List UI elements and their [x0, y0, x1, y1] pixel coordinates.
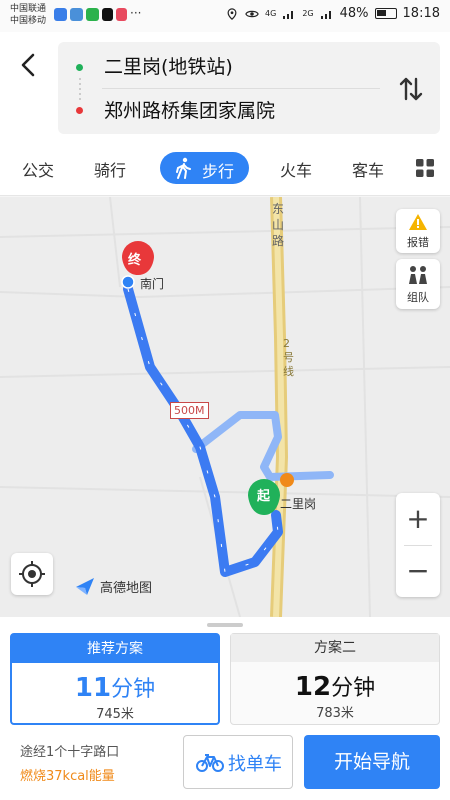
end-place-label: 南门	[140, 277, 165, 291]
start-navigation-button[interactable]: 开始导航	[304, 735, 440, 789]
locate-me-button[interactable]	[11, 553, 53, 595]
tab-coach[interactable]: 客车	[352, 157, 384, 181]
amap-logo-icon	[76, 578, 94, 595]
plan-minutes: 11	[74, 673, 112, 703]
end-location-field[interactable]: 郑州路桥集团家属院	[104, 96, 275, 123]
play-icon	[86, 8, 99, 21]
tiktok-icon	[102, 8, 113, 21]
battery-percent: 48%	[339, 6, 369, 21]
signal-2-label: 2G	[302, 9, 314, 18]
route-header: 二里岗(地铁站) 郑州路桥集团家属院	[0, 32, 450, 140]
eye-icon	[245, 10, 259, 17]
signal-2-icon	[320, 10, 331, 19]
amap-logo-text: 高德地图	[100, 581, 153, 596]
plan-unit: 分钟	[111, 677, 156, 702]
more-modes-grid-icon[interactable]	[416, 159, 434, 177]
start-marker-label: 起	[257, 489, 271, 504]
bicycle-icon	[196, 754, 224, 772]
metro-line-label: 2号线	[283, 337, 294, 378]
team-button[interactable]: 组队	[396, 259, 440, 309]
tab-walking-label: 步行	[202, 162, 235, 181]
team-icon	[409, 266, 427, 284]
map-view[interactable]: 终 南门 起 二里岗 东山路 2号线 500M 报错 组队 + − 高德地图	[0, 197, 450, 617]
carrier-1: 中国联通	[10, 4, 47, 14]
location-icon	[227, 7, 237, 20]
transport-mode-tabs: 公交 骑行 步行 火车 客车	[0, 140, 450, 196]
tab-train[interactable]: 火车	[280, 157, 312, 181]
report-error-button[interactable]: 报错	[396, 209, 440, 253]
carrier-labels: 中国联通 中国移动	[10, 3, 46, 27]
route-connector	[79, 78, 81, 100]
report-error-label: 报错	[407, 236, 429, 249]
plan-title: 方案二	[231, 634, 439, 662]
signal-icon	[283, 10, 294, 19]
calorie-info: 燃烧37kcal能量	[20, 769, 115, 784]
app-notification-icon	[54, 8, 67, 21]
plan-card-recommended[interactable]: 推荐方案 11分钟 745米	[10, 633, 220, 725]
back-arrow-icon[interactable]	[14, 50, 44, 80]
end-dot	[76, 107, 83, 114]
route-divider	[102, 88, 380, 89]
map-scale: 500M	[170, 402, 209, 419]
carrier-2: 中国移动	[10, 16, 47, 26]
crosshair-icon	[19, 561, 45, 587]
more-notifications-icon: ···	[130, 6, 142, 20]
zoom-controls: + −	[396, 493, 440, 597]
tab-walking[interactable]: 步行	[160, 152, 249, 184]
road-name-label: 东山路	[272, 202, 285, 248]
status-bar: 中国联通 中国移动 ··· 4G 2G 48% 18:18	[0, 0, 450, 32]
plan-minutes: 12	[294, 672, 332, 702]
team-label: 组队	[407, 291, 429, 304]
route-inputs: 二里岗(地铁站) 郑州路桥集团家属院	[58, 42, 440, 134]
zoom-out-button[interactable]: −	[396, 545, 440, 597]
find-bike-label: 找单车	[228, 754, 282, 775]
map-canvas	[0, 197, 450, 617]
notification-icons: ···	[54, 6, 142, 21]
status-right: 4G 2G 48% 18:18	[225, 6, 440, 21]
paw-icon	[70, 8, 83, 21]
walking-icon	[176, 157, 191, 179]
video-icon	[116, 8, 127, 21]
network-label: 4G	[265, 9, 277, 18]
start-dot	[76, 64, 83, 71]
battery-icon	[374, 8, 397, 19]
swap-icon[interactable]	[396, 74, 426, 104]
route-via-info: 途经1个十字路口	[20, 745, 120, 760]
plan-distance: 745米	[96, 707, 134, 722]
drag-handle[interactable]	[207, 623, 243, 627]
plan-duration: 11分钟	[12, 671, 218, 703]
plan-distance: 783米	[316, 706, 354, 721]
plan-duration: 12分钟	[231, 670, 439, 702]
zoom-in-button[interactable]: +	[396, 493, 440, 545]
end-marker-label: 终	[128, 253, 142, 268]
tab-bus[interactable]: 公交	[22, 157, 54, 181]
plan-card-alternative[interactable]: 方案二 12分钟 783米	[230, 633, 440, 725]
clock: 18:18	[402, 6, 440, 21]
plan-unit: 分钟	[331, 676, 376, 701]
warning-icon	[409, 214, 427, 230]
find-bike-button[interactable]: 找单车	[183, 735, 293, 789]
start-location-field[interactable]: 二里岗(地铁站)	[104, 52, 233, 79]
tab-cycling[interactable]: 骑行	[94, 157, 126, 181]
route-plans-panel: 推荐方案 11分钟 745米 方案二 12分钟 783米 途经1个十字路口 燃烧…	[0, 617, 450, 800]
start-place-label: 二里岗	[280, 497, 317, 511]
plan-title: 推荐方案	[12, 635, 218, 663]
